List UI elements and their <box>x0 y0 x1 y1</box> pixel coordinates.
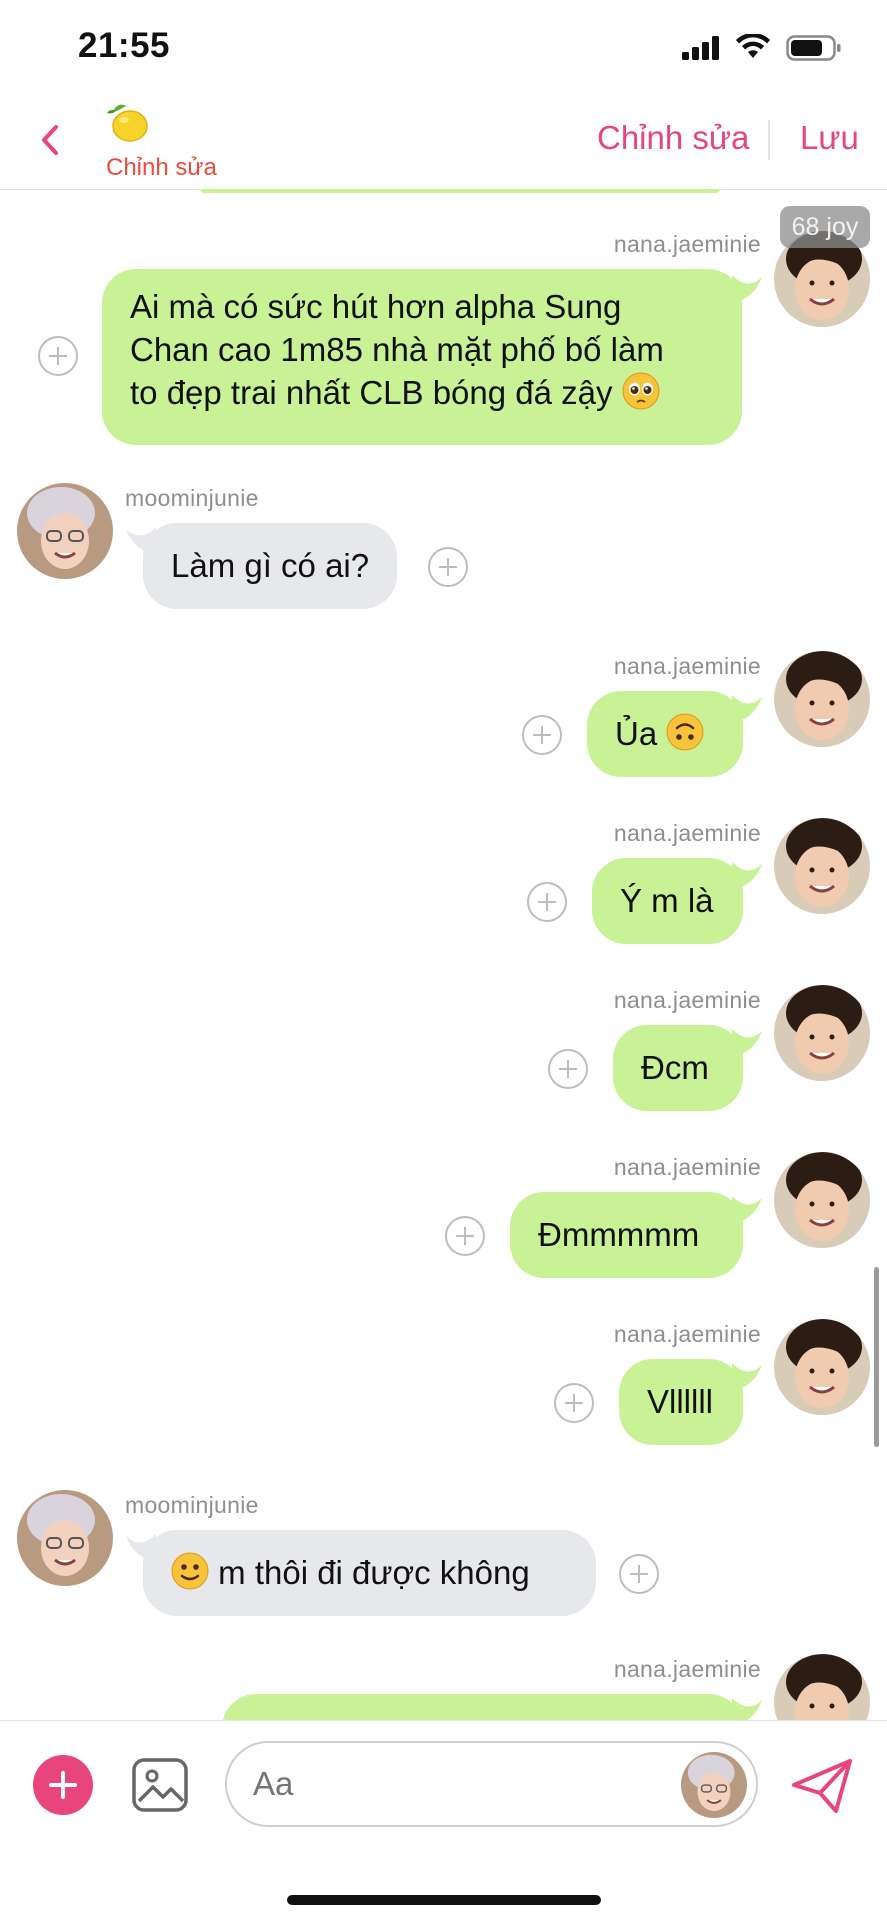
avatar-image <box>17 483 113 579</box>
slightly-smiling-face-icon <box>171 1552 209 1590</box>
avatar-image <box>774 651 870 747</box>
message-bubble[interactable]: Làm gì có ai? <box>143 523 398 609</box>
sender-avatar-selector[interactable] <box>681 1752 747 1818</box>
avatar[interactable] <box>774 1319 870 1415</box>
message-line: Ai mà có sức hút hơn alpha Sung <box>130 288 622 325</box>
send-icon[interactable] <box>790 1757 854 1815</box>
header-divider <box>768 120 770 160</box>
sender-name: nana.jaeminie <box>613 987 761 1013</box>
sender-name: nana.jaeminie <box>613 1656 761 1682</box>
avatar[interactable] <box>774 985 870 1081</box>
cellular-signal-icon <box>682 36 719 60</box>
upside-down-face-icon <box>666 713 704 751</box>
count-badge: 68 joy <box>780 206 870 248</box>
avatar[interactable] <box>774 651 870 747</box>
message-bubble[interactable]: Ủa <box>587 691 743 777</box>
message-bubble[interactable] <box>222 1694 743 1720</box>
scrollbar-thumb[interactable] <box>874 1267 879 1447</box>
home-indicator <box>287 1895 601 1905</box>
add-reaction-icon[interactable] <box>522 715 562 755</box>
message-bubble[interactable]: Ai mà có sức hút hơn alpha Sung Chan cao… <box>102 269 742 445</box>
avatar-image <box>774 1654 870 1720</box>
avatar-image <box>774 1319 870 1415</box>
message-bubble[interactable]: Ý m là <box>592 858 743 944</box>
sender-name: nana.jaeminie <box>613 1321 761 1347</box>
edit-button[interactable]: Chỉnh sửa <box>597 119 749 157</box>
message-line: Chan cao 1m85 nhà mặt phố bố làm <box>130 331 664 368</box>
add-reaction-icon[interactable] <box>548 1049 588 1089</box>
battery-icon <box>786 35 841 61</box>
status-time: 21:55 <box>78 26 171 65</box>
add-reaction-icon[interactable] <box>554 1383 594 1423</box>
sender-name: nana.jaeminie <box>613 820 761 846</box>
save-button[interactable]: Lưu <box>800 119 859 157</box>
chat-subtitle[interactable]: Chỉnh sửa <box>106 154 217 182</box>
wifi-icon <box>736 34 770 58</box>
message-bubble-partial <box>200 189 720 193</box>
sender-name: moominjunie <box>125 485 259 511</box>
pleading-face-icon <box>622 372 660 410</box>
chat-header: Chỉnh sửa Chỉnh sửa Lưu <box>0 95 887 190</box>
sender-name: nana.jaeminie <box>613 231 761 257</box>
composer-bar <box>0 1720 887 1921</box>
add-reaction-icon[interactable] <box>445 1216 485 1256</box>
avatar-image <box>17 1490 113 1586</box>
message-bubble[interactable]: Vllllll <box>619 1359 743 1445</box>
avatar[interactable] <box>774 1654 870 1720</box>
avatar[interactable] <box>774 1152 870 1248</box>
message-bubble[interactable]: Đmmmmm <box>510 1192 743 1278</box>
chevron-left-icon[interactable] <box>30 117 70 163</box>
avatar-image <box>774 985 870 1081</box>
sender-name: nana.jaeminie <box>613 653 761 679</box>
add-reaction-icon[interactable] <box>428 547 468 587</box>
sender-name: moominjunie <box>125 1492 259 1518</box>
avatar[interactable] <box>17 1490 113 1586</box>
image-icon[interactable] <box>131 1757 189 1813</box>
avatar[interactable] <box>774 818 870 914</box>
sender-name: nana.jaeminie <box>613 1154 761 1180</box>
avatar-image <box>774 818 870 914</box>
bubble-tail <box>732 275 762 303</box>
lemon-icon <box>107 104 148 142</box>
message-bubble[interactable]: Đcm <box>613 1025 743 1111</box>
add-reaction-icon[interactable] <box>527 882 567 922</box>
avatar-image <box>681 1752 747 1818</box>
message-input[interactable] <box>225 1741 758 1827</box>
avatar[interactable] <box>17 483 113 579</box>
plus-circle-icon[interactable] <box>33 1755 93 1815</box>
message-line: to đẹp trai nhất CLB bóng đá zậy <box>130 371 714 414</box>
status-bar: 21:55 <box>0 0 887 95</box>
message-bubble[interactable]: m thôi đi được không <box>143 1530 596 1616</box>
add-reaction-icon[interactable] <box>619 1554 659 1594</box>
message-list[interactable]: nana.jaeminie Ai mà có sức hút hơn alpha… <box>0 189 887 1720</box>
add-reaction-icon[interactable] <box>38 336 78 376</box>
avatar-image <box>774 1152 870 1248</box>
